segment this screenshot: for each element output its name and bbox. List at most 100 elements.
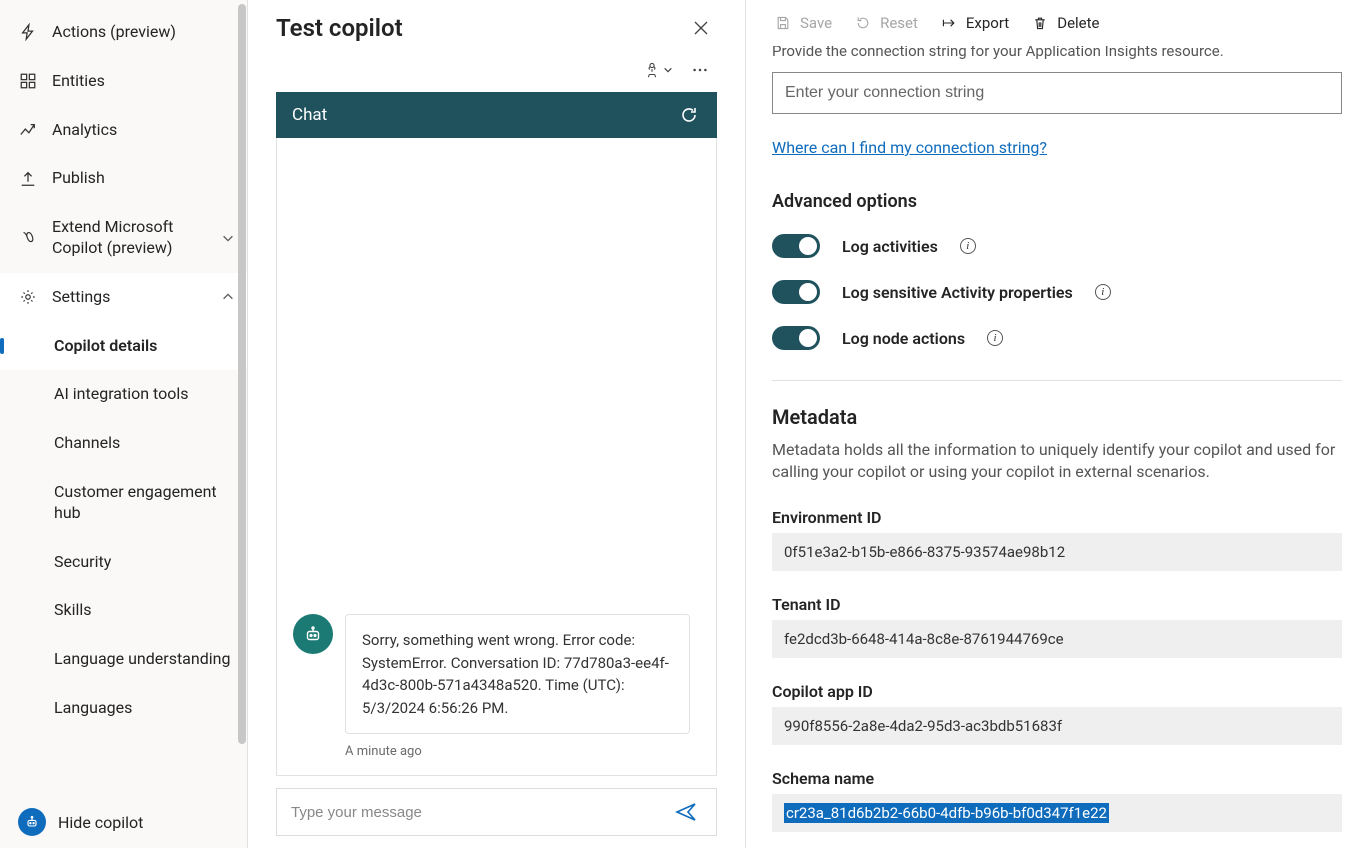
test-panel-toolbar (248, 52, 745, 92)
nav-sub-label: Security (54, 552, 237, 573)
connection-string-help-link[interactable]: Where can I find my connection string? (772, 138, 1047, 157)
gear-icon (18, 287, 38, 307)
chat-message: Sorry, something went wrong. Error code:… (293, 614, 700, 734)
nav-sub-label: Language understanding (54, 649, 237, 670)
chat-input-container (276, 788, 717, 836)
export-button[interactable]: Export (940, 14, 1009, 32)
connection-string-input[interactable] (772, 72, 1342, 114)
chat-message-text: Sorry, something went wrong. Error code:… (345, 614, 690, 734)
environment-id-value[interactable]: 0f51e3a2-b15b-e866-8375-93574ae98b12 (772, 533, 1342, 571)
metadata-description: Metadata holds all the information to un… (772, 439, 1342, 484)
nav-publish[interactable]: Publish (0, 154, 247, 203)
nav-sub-label: AI integration tools (54, 384, 237, 405)
info-icon[interactable]: i (1095, 284, 1111, 300)
toggle-label: Log node actions (842, 329, 965, 348)
hide-copilot-button[interactable]: Hide copilot (0, 796, 247, 848)
schema-name-selected-text: cr23a_81d6b2b2-66b0-4dfb-b96b-bf0d347f1e… (784, 803, 1109, 823)
export-label: Export (966, 14, 1009, 32)
copilot-app-id-label: Copilot app ID (772, 682, 1342, 701)
bot-tree-icon (643, 61, 661, 79)
save-icon (774, 14, 792, 32)
copilot-icon (18, 228, 38, 248)
grid-icon (18, 71, 38, 91)
toggle-log-sensitive-row: Log sensitive Activity properties i (772, 280, 1342, 304)
nav-sub-label: Channels (54, 433, 237, 454)
info-icon[interactable]: i (960, 238, 976, 254)
nav-ai-integration-tools[interactable]: AI integration tools (0, 370, 247, 419)
bot-variables-button[interactable] (641, 56, 675, 84)
nav-label: Analytics (52, 120, 237, 141)
nav-label: Actions (preview) (52, 22, 237, 43)
hide-copilot-label: Hide copilot (58, 813, 143, 832)
upload-icon (18, 169, 38, 189)
nav-label: Entities (52, 71, 237, 92)
close-test-panel-button[interactable] (685, 12, 717, 44)
scrollbar-thumb[interactable] (238, 4, 246, 744)
nav-sub-label: Skills (54, 600, 237, 621)
nav-skills[interactable]: Skills (0, 586, 247, 635)
nav-extend-copilot[interactable]: Extend Microsoft Copilot (preview) (0, 203, 247, 273)
more-options-button[interactable] (683, 56, 717, 84)
left-sidebar: Actions (preview) Entities Analytics Pub… (0, 0, 248, 848)
toggle-log-activities[interactable] (772, 234, 820, 258)
test-copilot-panel: Test copilot Chat Sorry, something went … (248, 0, 746, 848)
nav-actions-preview[interactable]: Actions (preview) (0, 8, 247, 57)
nav-settings[interactable]: Settings (0, 273, 247, 322)
save-button[interactable]: Save (774, 14, 832, 32)
nav-copilot-details[interactable]: Copilot details (0, 322, 247, 371)
nav-security[interactable]: Security (0, 538, 247, 587)
connection-string-description: Provide the connection string for your A… (772, 46, 1342, 60)
nav-analytics[interactable]: Analytics (0, 106, 247, 155)
chevron-down-icon (221, 230, 237, 246)
nav-sub-label: Languages (54, 698, 237, 719)
send-button[interactable] (670, 796, 702, 828)
send-icon (674, 800, 698, 824)
nav-entities[interactable]: Entities (0, 57, 247, 106)
toggle-log-sensitive[interactable] (772, 280, 820, 304)
chevron-down-icon (663, 65, 673, 75)
sidebar-scrollbar[interactable] (237, 4, 247, 808)
refresh-icon (679, 105, 699, 125)
export-icon (940, 14, 958, 32)
test-panel-title: Test copilot (276, 14, 403, 42)
reload-chat-button[interactable] (677, 103, 701, 127)
nav-sub-label: Customer engagement hub (54, 482, 237, 524)
nav-channels[interactable]: Channels (0, 419, 247, 468)
schema-name-value[interactable]: cr23a_81d6b2b2-66b0-4dfb-b96b-bf0d347f1e… (772, 794, 1342, 832)
nav-language-understanding[interactable]: Language understanding (0, 635, 247, 684)
schema-name-label: Schema name (772, 769, 1342, 788)
environment-id-label: Environment ID (772, 508, 1342, 527)
chat-header-title: Chat (292, 105, 327, 125)
chat-message-time: A minute ago (345, 744, 700, 759)
copilot-app-id-value[interactable]: 990f8556-2a8e-4da2-95d3-ac3bdb51683f (772, 707, 1342, 745)
chat-input[interactable] (291, 804, 670, 821)
toggle-log-node-actions-row: Log node actions i (772, 326, 1342, 350)
nav-label: Extend Microsoft Copilot (preview) (52, 217, 207, 259)
chat-body: Sorry, something went wrong. Error code:… (276, 138, 717, 776)
chat-container: Chat Sorry, something went wrong. Error … (248, 92, 745, 848)
nav-label: Publish (52, 168, 237, 189)
sidebar-scroll: Actions (preview) Entities Analytics Pub… (0, 0, 247, 796)
tenant-id-value[interactable]: fe2dcd3b-6648-414a-8c8e-8761944769ce (772, 620, 1342, 658)
more-horizontal-icon (691, 61, 709, 79)
reset-icon (854, 14, 872, 32)
save-label: Save (800, 14, 832, 32)
chat-header: Chat (276, 92, 717, 138)
bot-avatar-icon (293, 614, 333, 654)
command-bar: Save Reset Export Delete (768, 0, 1346, 46)
lightning-icon (18, 22, 38, 42)
nav-customer-engagement-hub[interactable]: Customer engagement hub (0, 468, 247, 538)
nav-languages[interactable]: Languages (0, 684, 247, 733)
toggle-log-node-actions[interactable] (772, 326, 820, 350)
delete-button[interactable]: Delete (1031, 14, 1099, 32)
nav-sub-label: Copilot details (54, 336, 237, 357)
metadata-heading: Metadata (772, 405, 1342, 429)
test-panel-header: Test copilot (248, 0, 745, 52)
delete-icon (1031, 14, 1049, 32)
main-content: Save Reset Export Delete Provide the con… (746, 0, 1346, 848)
reset-button[interactable]: Reset (854, 14, 918, 32)
bot-icon (18, 808, 46, 836)
chevron-up-icon (221, 289, 237, 305)
reset-label: Reset (880, 14, 918, 32)
info-icon[interactable]: i (987, 330, 1003, 346)
